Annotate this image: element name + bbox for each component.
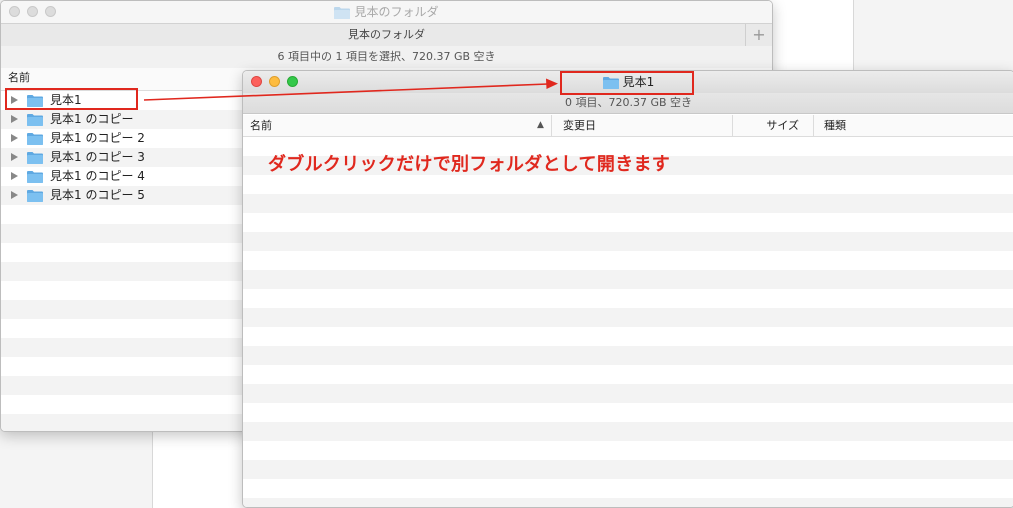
sort-ascending-icon: ▲ <box>537 120 544 130</box>
column-header: 名前 ▲ 変更日 サイズ 種類 <box>243 115 1013 137</box>
folder-icon <box>27 171 43 183</box>
window-controls <box>251 76 305 88</box>
window-controls <box>9 6 63 18</box>
list-item-label: 見本1 のコピー 3 <box>50 150 145 164</box>
minimize-button[interactable] <box>27 6 38 17</box>
title-bar[interactable]: 見本のフォルダ <box>1 1 772 23</box>
disclosure-triangle-icon[interactable] <box>11 153 18 161</box>
disclosure-triangle-icon[interactable] <box>11 172 18 180</box>
add-tab-button[interactable]: + <box>745 24 772 46</box>
highlight-box-source <box>5 88 138 110</box>
annotation-text: ダブルクリックだけで別フォルダとして開きます <box>268 154 671 175</box>
column-name-header[interactable]: 名前 <box>250 115 272 136</box>
close-button[interactable] <box>251 76 262 87</box>
highlight-box-target <box>560 71 694 95</box>
status-bar: 0 項目、720.37 GB 空き <box>243 93 1013 114</box>
status-bar: 6 項目中の 1 項目を選択、720.37 GB 空き <box>1 46 772 69</box>
tab-current[interactable]: 見本のフォルダ <box>348 28 425 41</box>
folder-icon <box>27 190 43 202</box>
disclosure-triangle-icon[interactable] <box>11 191 18 199</box>
disclosure-triangle-icon[interactable] <box>11 134 18 142</box>
tab-bar: 見本のフォルダ + <box>1 23 772 47</box>
list-item-label: 見本1 のコピー 2 <box>50 131 145 145</box>
folder-icon <box>27 114 43 126</box>
list-item-label: 見本1 のコピー 5 <box>50 188 145 202</box>
file-list-empty <box>243 137 1013 507</box>
column-modified-header[interactable]: 変更日 <box>551 115 596 136</box>
finder-window-child[interactable]: 見本1 0 項目、720.37 GB 空き 名前 ▲ 変更日 サイズ 種類 <box>242 70 1013 508</box>
folder-icon <box>334 6 351 19</box>
list-item-label: 見本1 のコピー <box>50 112 134 126</box>
folder-icon <box>27 152 43 164</box>
column-name-header[interactable]: 名前 <box>8 68 30 90</box>
window-title: 見本のフォルダ <box>354 5 439 19</box>
close-button[interactable] <box>9 6 20 17</box>
folder-icon <box>27 133 43 145</box>
zoom-button[interactable] <box>45 6 56 17</box>
zoom-button[interactable] <box>287 76 298 87</box>
column-size-header[interactable]: サイズ <box>732 115 799 136</box>
minimize-button[interactable] <box>269 76 280 87</box>
column-kind-header[interactable]: 種類 <box>813 115 846 136</box>
disclosure-triangle-icon[interactable] <box>11 115 18 123</box>
list-item-label: 見本1 のコピー 4 <box>50 169 145 183</box>
